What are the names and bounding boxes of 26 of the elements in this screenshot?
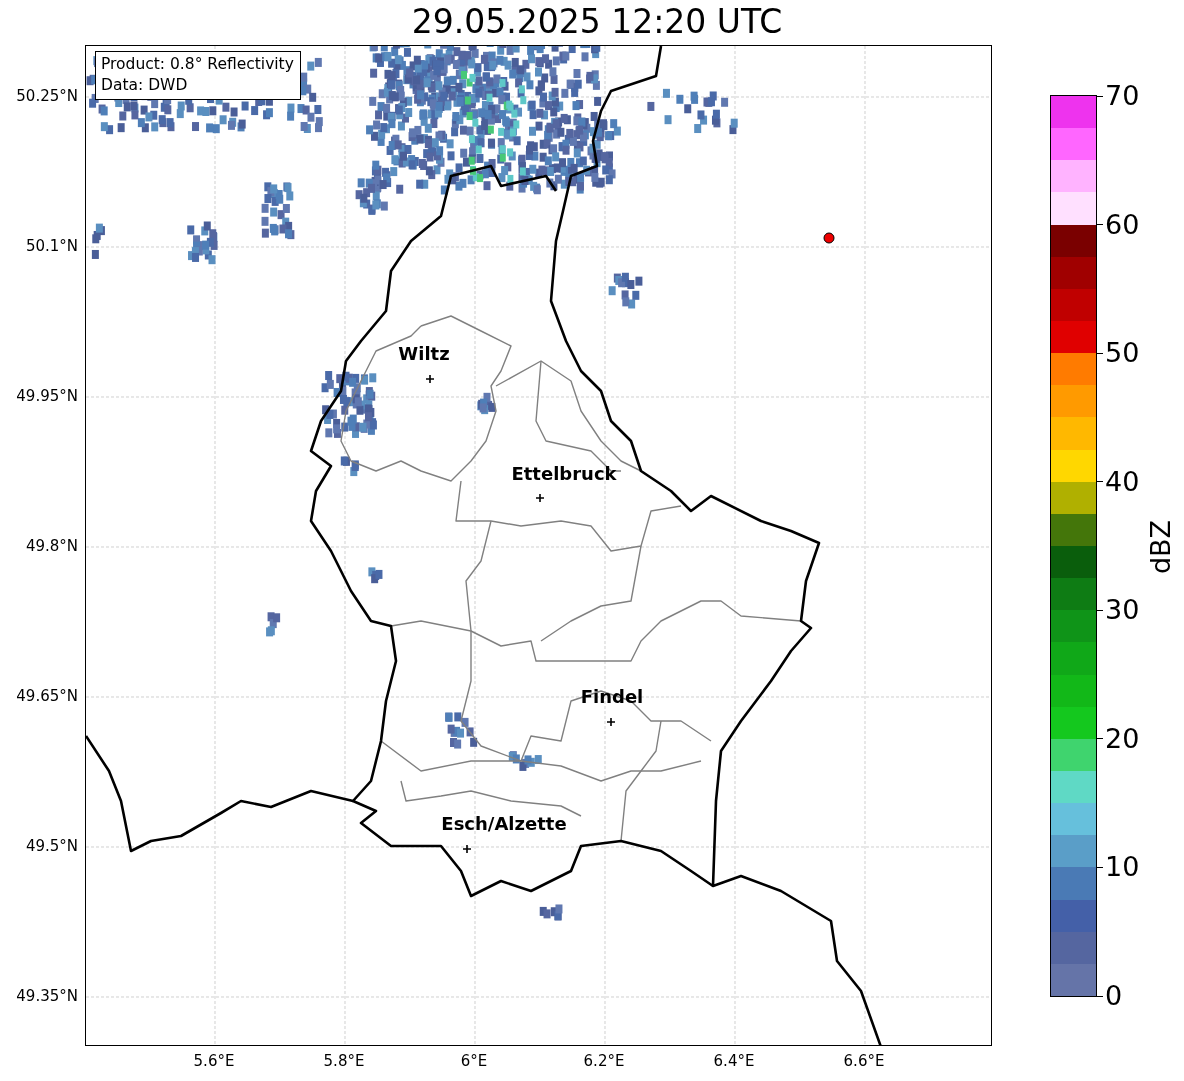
- location-dot-icon: [823, 232, 835, 244]
- axis-tick-label: 50.1°N: [25, 237, 78, 255]
- axis-tick-label: 49.35°N: [16, 987, 78, 1005]
- axis-tick-label: 49.8°N: [25, 537, 78, 555]
- legend-text: Product: 0.8° Reflectivity: [101, 54, 294, 75]
- axis-tick-label: 6°E: [460, 1052, 488, 1070]
- axis-tick-label: 5.6°E: [193, 1052, 235, 1070]
- axis-tick-label: 6.6°E: [843, 1052, 885, 1070]
- city-marker-icon: [536, 494, 544, 502]
- city-marker-icon: [426, 375, 434, 383]
- city-marker-icon: [607, 718, 615, 726]
- city-marker-icon: [463, 845, 471, 853]
- chart-title: 29.05.2025 12:20 UTC: [411, 2, 783, 41]
- axis-tick-label: 6.2°E: [583, 1052, 625, 1070]
- city-label: Ettelbruck: [511, 463, 617, 484]
- city-label: Findel: [580, 686, 644, 707]
- legend-text: Data: DWD: [101, 75, 189, 96]
- axis-tick-label: 49.95°N: [16, 387, 78, 405]
- city-label: Wiltz: [398, 343, 450, 364]
- axis-tick-label: 5.8°E: [323, 1052, 365, 1070]
- axis-tick-label: 6.4°E: [713, 1052, 755, 1070]
- city-label: Esch/Alzette: [441, 813, 567, 834]
- colorbar-title: dBZ: [1145, 519, 1177, 575]
- axis-tick-label: 50.25°N: [16, 87, 78, 105]
- axis-tick-label: 49.65°N: [16, 687, 78, 705]
- axis-tick-label: 49.5°N: [25, 837, 78, 855]
